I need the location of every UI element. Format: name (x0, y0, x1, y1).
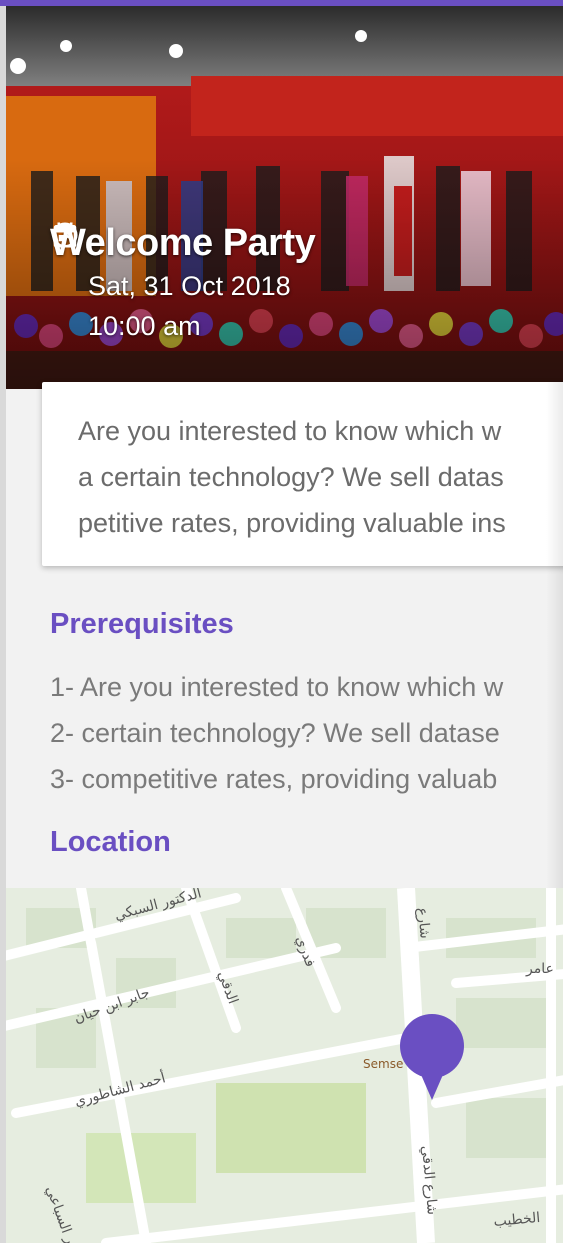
calendar-icon (50, 222, 80, 301)
description-line: petitive rates, providing valuable ins (78, 508, 506, 538)
clock-icon (50, 222, 80, 341)
event-hero-image: Welcome Party Sat, 31 Oct 2018 10:00 am (6, 6, 563, 389)
list-item: 1- Are you interested to know which w (50, 672, 504, 702)
event-time: 10:00 am (88, 311, 201, 341)
map-pin-icon[interactable] (397, 1014, 467, 1100)
location-heading: Location (50, 826, 171, 858)
prerequisites-list: 1- Are you interested to know which w 2-… (50, 664, 503, 802)
list-item: 3- competitive rates, providing valuab (50, 764, 498, 794)
prerequisites-heading: Prerequisites (50, 608, 234, 640)
list-item: 2- certain technology? We sell datase (50, 718, 500, 748)
event-title: Welcome Party (50, 222, 316, 264)
description-line: Are you interested to know which w (78, 416, 502, 446)
description-card: Are you interested to know which w a cer… (42, 382, 563, 566)
panel-edge-shadow (546, 380, 563, 890)
event-time-row: 10:00 am (50, 222, 315, 346)
map-street-label: عامر (525, 961, 554, 977)
event-date-row: Sat, 31 Oct 2018 (50, 222, 315, 306)
location-map[interactable]: الدكتور السبكي جابر ابن حيان أحمد الشاطو… (6, 888, 563, 1243)
map-canvas[interactable]: الدكتور السبكي جابر ابن حيان أحمد الشاطو… (6, 888, 563, 1243)
description-line: a certain technology? We sell datas (78, 462, 504, 492)
hero-text-block: Welcome Party Sat, 31 Oct 2018 10:00 am (50, 220, 316, 346)
event-date: Sat, 31 Oct 2018 (88, 271, 291, 301)
map-street-label: شارع (414, 907, 433, 939)
